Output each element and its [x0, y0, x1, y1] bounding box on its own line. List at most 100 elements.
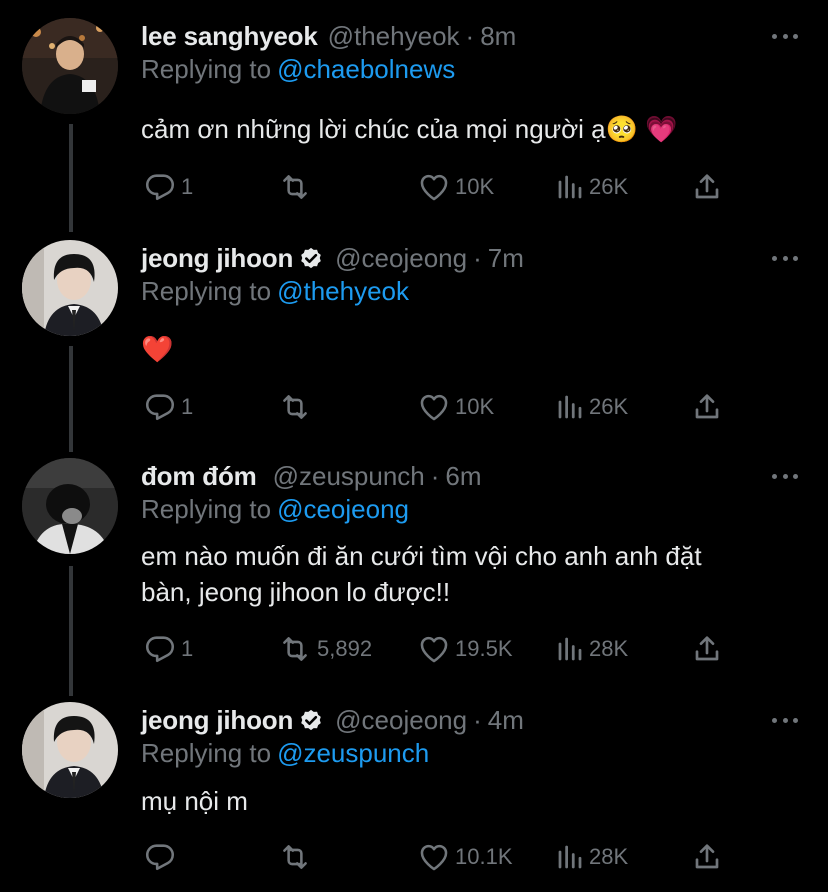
like-count: 10K: [455, 394, 495, 419]
handle[interactable]: @zeuspunch: [273, 461, 425, 492]
share-icon: [695, 636, 719, 661]
share-button[interactable]: [691, 390, 723, 424]
reply-button[interactable]: 1: [143, 632, 193, 666]
thread-line: [69, 566, 73, 696]
timestamp[interactable]: 6m: [445, 461, 481, 492]
reply-count: 1: [181, 174, 194, 199]
tweet-text: mụ nội m: [141, 783, 801, 819]
reply-icon: [145, 394, 175, 421]
avatar[interactable]: [22, 458, 118, 554]
action-bar: 10.1K 28K: [141, 840, 741, 874]
avatar[interactable]: [22, 240, 118, 336]
timestamp[interactable]: 4m: [488, 705, 524, 736]
retweet-button[interactable]: [277, 170, 317, 204]
display-name[interactable]: jeong jihoon: [141, 705, 293, 736]
reply-count: 1: [181, 636, 194, 661]
verified-badge-icon: [301, 709, 321, 731]
heart-icon: [420, 174, 448, 201]
action-bar: 1 10K 26K: [141, 390, 741, 424]
views-count: 26K: [589, 394, 629, 419]
tweet-text-line: bàn, jeong jihoon lo được!!: [141, 577, 451, 607]
reply-button[interactable]: 1: [143, 170, 193, 204]
display-name[interactable]: lee sanghyeok: [141, 21, 318, 52]
like-count: 19.5K: [455, 636, 513, 661]
share-icon: [695, 394, 719, 419]
replying-label: Replying to: [141, 54, 272, 84]
more-icon[interactable]: [772, 26, 798, 46]
thread-line: [69, 124, 73, 232]
verified-badge-icon: [301, 247, 321, 269]
views-icon: [558, 637, 582, 661]
share-button[interactable]: [691, 170, 723, 204]
replying-to: Replying to @thehyeok: [141, 276, 409, 307]
share-button[interactable]: [691, 632, 723, 666]
tweet-text-line: mụ nội m: [141, 786, 248, 816]
like-button[interactable]: 10K: [417, 390, 494, 424]
like-button[interactable]: 10.1K: [417, 840, 513, 874]
timestamp[interactable]: 7m: [488, 243, 524, 274]
retweet-icon: [283, 395, 307, 419]
views-icon: [558, 395, 582, 419]
replying-to: Replying to @ceojeong: [141, 494, 409, 525]
views-count: 26K: [589, 174, 629, 199]
reply-count: 1: [181, 394, 194, 419]
views-button[interactable]: 28K: [555, 840, 628, 874]
reply-icon: [145, 174, 175, 201]
handle[interactable]: @ceojeong: [335, 243, 467, 274]
mention-link[interactable]: @zeuspunch: [277, 738, 429, 768]
timestamp[interactable]: 8m: [480, 21, 516, 52]
retweet-button[interactable]: [277, 840, 317, 874]
mention-link[interactable]: @thehyeok: [277, 276, 409, 306]
tweet-text: ❤️: [141, 331, 801, 367]
tweet-text-line: ❤️: [141, 334, 174, 364]
reply-icon: [145, 636, 175, 663]
tweet-text: em nào muốn đi ăn cưới tìm vội cho anh a…: [141, 538, 801, 610]
thread-line: [69, 346, 73, 452]
tweet-text-line: cảm ơn những lời chúc của mọi người ạ🥺 💗: [141, 114, 678, 144]
share-button[interactable]: [691, 840, 723, 874]
display-name[interactable]: đom đóm: [141, 461, 257, 492]
views-icon: [558, 845, 582, 869]
views-button[interactable]: 26K: [555, 170, 628, 204]
replying-to: Replying to @chaebolnews: [141, 54, 455, 85]
like-count: 10.1K: [455, 844, 513, 869]
retweet-count: 5,892: [317, 636, 373, 661]
handle[interactable]: @thehyeok: [328, 21, 460, 52]
avatar[interactable]: [22, 18, 118, 114]
mention-link[interactable]: @chaebolnews: [277, 54, 455, 84]
retweet-icon: [283, 637, 307, 661]
separator-dot: ·: [430, 460, 440, 491]
more-icon[interactable]: [772, 248, 798, 268]
avatar[interactable]: [22, 702, 118, 798]
handle[interactable]: @ceojeong: [335, 705, 467, 736]
views-count: 28K: [589, 844, 629, 869]
like-button[interactable]: 10K: [417, 170, 494, 204]
retweet-button[interactable]: 5,892: [277, 632, 372, 666]
heart-icon: [420, 394, 448, 421]
separator-dot: ·: [465, 20, 475, 51]
replying-label: Replying to: [141, 738, 272, 768]
heart-icon: [420, 844, 448, 871]
views-button[interactable]: 28K: [555, 632, 628, 666]
separator-dot: ·: [473, 704, 482, 735]
retweet-button[interactable]: [277, 390, 317, 424]
retweet-icon: [283, 845, 307, 869]
retweet-icon: [283, 175, 307, 199]
more-icon[interactable]: [772, 710, 798, 730]
tweet-text-line: em nào muốn đi ăn cưới tìm vội cho anh a…: [141, 541, 702, 571]
views-button[interactable]: 26K: [555, 390, 628, 424]
more-icon[interactable]: [772, 466, 798, 486]
action-bar: 1 10K 26K: [141, 170, 741, 204]
like-button[interactable]: 19.5K: [417, 632, 513, 666]
replying-label: Replying to: [141, 494, 272, 524]
action-bar: 1 5,892 19.5K 28K: [141, 632, 741, 666]
reply-button[interactable]: 1: [143, 390, 193, 424]
like-count: 10K: [455, 174, 495, 199]
mention-link[interactable]: @ceojeong: [277, 494, 409, 524]
share-icon: [695, 174, 719, 199]
separator-dot: ·: [473, 242, 482, 273]
views-icon: [558, 175, 582, 199]
display-name[interactable]: jeong jihoon: [141, 243, 293, 274]
heart-icon: [420, 636, 448, 663]
reply-button[interactable]: [143, 840, 181, 874]
